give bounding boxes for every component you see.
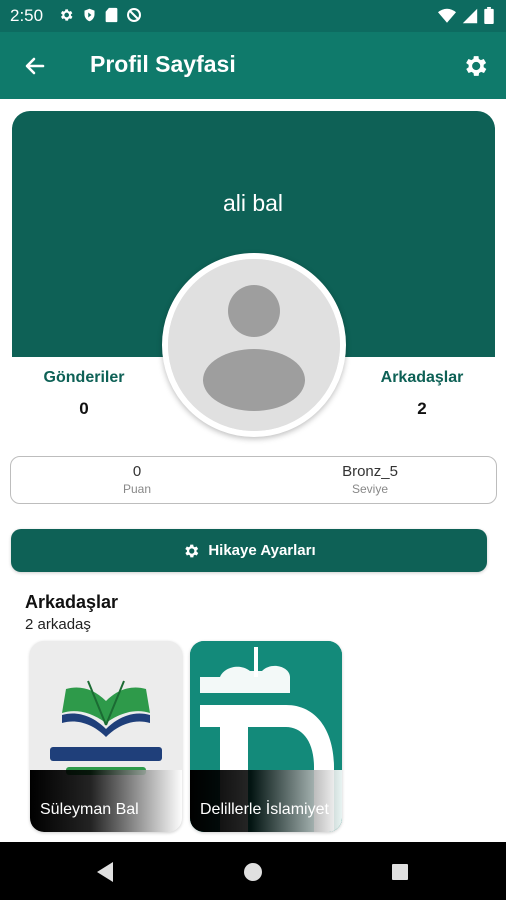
settings-button[interactable] bbox=[458, 49, 492, 83]
nav-home-button[interactable] bbox=[238, 857, 268, 887]
app-bar: Profil Sayfasi bbox=[0, 32, 506, 99]
level-info-card: 0 Puan Bronz_5 Seviye bbox=[10, 456, 497, 504]
sd-card-icon bbox=[105, 7, 118, 23]
square-recents-icon bbox=[392, 864, 408, 880]
wifi-icon bbox=[438, 8, 456, 23]
status-system-icons bbox=[438, 7, 494, 24]
friends-label: Arkadaşlar bbox=[380, 369, 464, 386]
back-button[interactable] bbox=[18, 49, 52, 83]
points-value: 0 bbox=[132, 463, 142, 480]
posts-value: 0 bbox=[79, 399, 89, 418]
story-settings-label: Hikaye Ayarları bbox=[208, 542, 316, 559]
gear-icon bbox=[466, 56, 487, 76]
friends-stat[interactable]: Arkadaşlar 2 bbox=[352, 369, 492, 419]
battery-icon bbox=[484, 7, 494, 24]
friend-card[interactable]: Süleyman Bal bbox=[30, 641, 182, 832]
avatar[interactable] bbox=[162, 253, 346, 437]
system-nav-bar bbox=[0, 842, 506, 900]
page-title: Profil Sayfasi bbox=[90, 51, 236, 77]
friend-name: Delillerle İslamiyet bbox=[200, 801, 329, 818]
friends-count: 2 arkadaş bbox=[25, 616, 91, 633]
gear-icon bbox=[60, 9, 73, 21]
nav-recents-button[interactable] bbox=[385, 857, 415, 887]
profile-name: ali bal bbox=[222, 190, 284, 216]
gear-icon bbox=[185, 544, 199, 557]
circle-home-icon bbox=[244, 863, 262, 881]
signal-icon bbox=[462, 8, 478, 23]
default-user-icon bbox=[168, 259, 340, 431]
friends-value: 2 bbox=[417, 399, 427, 418]
friend-card[interactable]: Delillerle İslamiyet bbox=[190, 641, 342, 832]
points-label: Puan bbox=[122, 482, 152, 496]
status-time: 2:50 bbox=[10, 6, 44, 25]
level-cell: Bronz_5 Seviye bbox=[270, 463, 470, 496]
story-settings-button[interactable]: Hikaye Ayarları bbox=[11, 529, 487, 572]
posts-label: Gönderiler bbox=[43, 369, 125, 386]
status-notification-icons bbox=[58, 7, 142, 23]
shield-icon bbox=[84, 8, 95, 22]
triangle-back-icon bbox=[97, 862, 113, 882]
nav-back-button[interactable] bbox=[90, 857, 120, 887]
points-cell: 0 Puan bbox=[37, 463, 237, 496]
status-bar: 2:50 bbox=[0, 0, 506, 32]
posts-stat[interactable]: Gönderiler 0 bbox=[14, 369, 154, 419]
level-label: Seviye bbox=[351, 482, 389, 496]
friend-name: Süleyman Bal bbox=[40, 801, 139, 818]
level-value: Bronz_5 bbox=[342, 463, 398, 480]
friends-section-title: Arkadaşlar bbox=[25, 592, 119, 612]
arrow-left-icon bbox=[25, 57, 45, 75]
no-disturb-icon bbox=[127, 8, 141, 22]
